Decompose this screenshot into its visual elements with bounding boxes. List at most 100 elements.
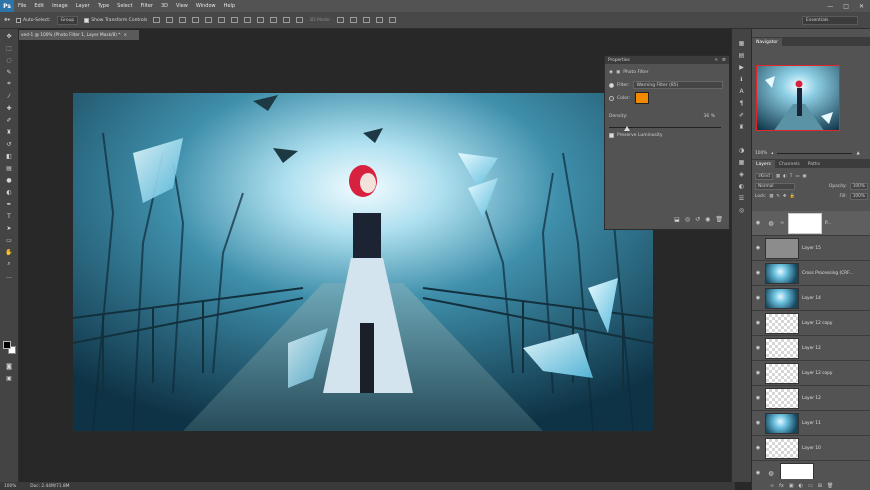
rectangle-tool-icon[interactable]: ▭ bbox=[3, 235, 15, 245]
type-tool-icon[interactable]: T bbox=[3, 211, 15, 221]
show-transform-option[interactable]: Show Transform Controls bbox=[84, 17, 147, 23]
align-left-icon[interactable] bbox=[192, 17, 200, 23]
history-icon[interactable]: ▦ bbox=[737, 39, 747, 48]
align-top-icon[interactable] bbox=[153, 17, 161, 23]
layer-name[interactable]: Layer 12 copy bbox=[802, 321, 832, 326]
auto-select-option[interactable]: Auto-Select: bbox=[16, 17, 51, 23]
layer-name[interactable]: P... bbox=[825, 221, 831, 226]
move-tool-preset-icon[interactable]: ✥▾ bbox=[4, 18, 10, 23]
layer-row-white[interactable]: ◉ ◍ bbox=[752, 461, 870, 479]
zoom-out-icon[interactable]: ▴ bbox=[771, 151, 773, 156]
clip-to-layer-icon[interactable]: ⬓ bbox=[674, 216, 680, 226]
filter-dropdown[interactable]: Warning Filter (85) bbox=[632, 81, 723, 89]
layer-row[interactable]: ◉ Layer 12 bbox=[752, 386, 870, 411]
menu-help[interactable]: Help bbox=[220, 3, 239, 9]
layer-name[interactable]: Layer 15 bbox=[802, 246, 821, 251]
distribute-right-icon[interactable] bbox=[296, 17, 304, 23]
tab-channels[interactable]: Channels bbox=[775, 160, 804, 168]
healing-brush-tool-icon[interactable]: ✚ bbox=[3, 103, 15, 113]
chain-link-icon[interactable]: ∞ bbox=[780, 220, 785, 226]
new-group-icon[interactable]: ▭ bbox=[808, 483, 813, 489]
blend-mode-dropdown[interactable]: Normal bbox=[755, 182, 795, 190]
filter-radio[interactable] bbox=[609, 82, 614, 88]
panel-menu-icon[interactable]: ≡ bbox=[722, 57, 726, 63]
view-previous-icon[interactable]: ◎ bbox=[685, 216, 690, 226]
tab-paths[interactable]: Paths bbox=[804, 160, 824, 168]
visibility-eye-icon[interactable]: ◉ bbox=[754, 295, 762, 301]
layer-row[interactable]: ◉ Layer 12 copy bbox=[752, 361, 870, 386]
menu-image[interactable]: Image bbox=[48, 3, 72, 9]
distribute-top-icon[interactable] bbox=[231, 17, 239, 23]
navigator-zoom-slider[interactable] bbox=[777, 152, 853, 154]
align-bottom-icon[interactable] bbox=[179, 17, 187, 23]
menu-select[interactable]: Select bbox=[113, 3, 136, 9]
zoom-in-icon[interactable]: ▲ bbox=[856, 151, 859, 156]
artwork-canvas[interactable] bbox=[73, 93, 653, 431]
actions-icon[interactable]: ▶ bbox=[737, 63, 747, 72]
navigator-zoom-value[interactable]: 100% bbox=[755, 151, 767, 156]
distribute-left-icon[interactable] bbox=[270, 17, 278, 23]
align-middle-icon[interactable] bbox=[166, 17, 174, 23]
layer-row-photo-filter[interactable]: ◉ ◍ ∞ P... bbox=[752, 211, 870, 236]
layer-name[interactable]: Layer 12 bbox=[802, 346, 821, 351]
lock-position-icon[interactable]: ✥ bbox=[783, 194, 787, 199]
layer-style-icon[interactable]: fx bbox=[779, 483, 784, 489]
menu-window[interactable]: Window bbox=[192, 3, 220, 9]
history-brush-tool-icon[interactable]: ↺ bbox=[3, 139, 15, 149]
tab-navigator[interactable]: Navigator bbox=[752, 38, 783, 46]
properties-titlebar[interactable]: Properties » ≡ bbox=[605, 56, 729, 64]
lock-pixels-icon[interactable]: ▦ bbox=[769, 194, 773, 199]
menu-3d[interactable]: 3D bbox=[157, 3, 172, 9]
auto-select-dropdown[interactable]: Group bbox=[56, 15, 79, 25]
distribute-middle-icon[interactable] bbox=[244, 17, 252, 23]
color-swatches[interactable] bbox=[3, 341, 17, 355]
3d-roll-icon[interactable] bbox=[349, 17, 357, 23]
brush-settings-icon[interactable]: ✐ bbox=[737, 111, 747, 120]
quick-mask-icon[interactable]: ◙ bbox=[3, 361, 15, 371]
layer-name[interactable]: Cross Processing (CRF... bbox=[802, 271, 853, 276]
color-panel-icon[interactable]: ◑ bbox=[737, 146, 747, 155]
layer-kind-dropdown[interactable]: ⌕ Kind bbox=[755, 172, 773, 180]
marquee-tool-icon[interactable]: ⬚ bbox=[3, 43, 15, 53]
layer-row[interactable]: ◉ Layer 14 bbox=[752, 286, 870, 311]
3d-slide-icon[interactable] bbox=[375, 17, 383, 23]
close-button[interactable]: ✕ bbox=[859, 3, 864, 10]
channels-dock-icon[interactable]: ◎ bbox=[737, 206, 747, 215]
visibility-eye-icon[interactable]: ◉ bbox=[754, 320, 762, 326]
layer-name[interactable]: Layer 12 bbox=[802, 396, 821, 401]
new-adjustment-icon[interactable]: ◐ bbox=[799, 483, 803, 489]
workspace-dropdown[interactable]: Essentials bbox=[802, 15, 858, 25]
auto-select-checkbox[interactable] bbox=[16, 17, 22, 23]
filter-shape-icon[interactable]: ▭ bbox=[795, 174, 799, 179]
visibility-icon[interactable]: ◉ bbox=[705, 216, 710, 226]
document-tab-close-button[interactable]: × bbox=[123, 33, 127, 38]
visibility-eye-icon[interactable]: ◉ bbox=[754, 220, 762, 226]
add-mask-icon[interactable]: ▣ bbox=[789, 483, 794, 489]
eraser-tool-icon[interactable]: ◧ bbox=[3, 151, 15, 161]
hand-tool-icon[interactable]: ✋ bbox=[3, 247, 15, 257]
opacity-field[interactable]: 100% bbox=[849, 182, 868, 190]
swatches-panel-icon[interactable]: ▦ bbox=[737, 158, 747, 167]
density-value[interactable]: 36 bbox=[704, 114, 710, 119]
preserve-luminosity-checkbox[interactable] bbox=[609, 133, 614, 138]
layer-row[interactable]: ◉ Layer 12 copy bbox=[752, 311, 870, 336]
show-transform-checkbox[interactable] bbox=[84, 17, 90, 23]
align-center-icon[interactable] bbox=[205, 17, 213, 23]
quick-select-tool-icon[interactable]: ✎ bbox=[3, 67, 15, 77]
minimize-button[interactable]: — bbox=[827, 3, 833, 10]
layer-name[interactable]: Layer 10 bbox=[802, 446, 821, 451]
new-layer-icon[interactable]: ⊞ bbox=[818, 483, 822, 489]
density-slider-thumb[interactable] bbox=[623, 126, 630, 131]
3d-scale-icon[interactable] bbox=[388, 17, 396, 23]
filter-smart-icon[interactable]: ▣ bbox=[802, 174, 806, 179]
move-tool-icon[interactable]: ✥ bbox=[3, 31, 15, 41]
layer-row[interactable]: ◉ Layer 11 bbox=[752, 411, 870, 436]
layer-row[interactable]: ◉ Cross Processing (CRF... bbox=[752, 261, 870, 286]
dodge-tool-icon[interactable]: ◐ bbox=[3, 187, 15, 197]
panel-collapse-icon[interactable]: » bbox=[715, 57, 718, 63]
gradient-tool-icon[interactable]: ▤ bbox=[3, 163, 15, 173]
visibility-eye-icon[interactable]: ◉ bbox=[754, 470, 762, 476]
libraries-panel-icon[interactable]: ☰ bbox=[737, 194, 747, 203]
layer-row[interactable]: ◉ Layer 15 bbox=[752, 236, 870, 261]
tab-layers[interactable]: Layers bbox=[752, 160, 775, 168]
